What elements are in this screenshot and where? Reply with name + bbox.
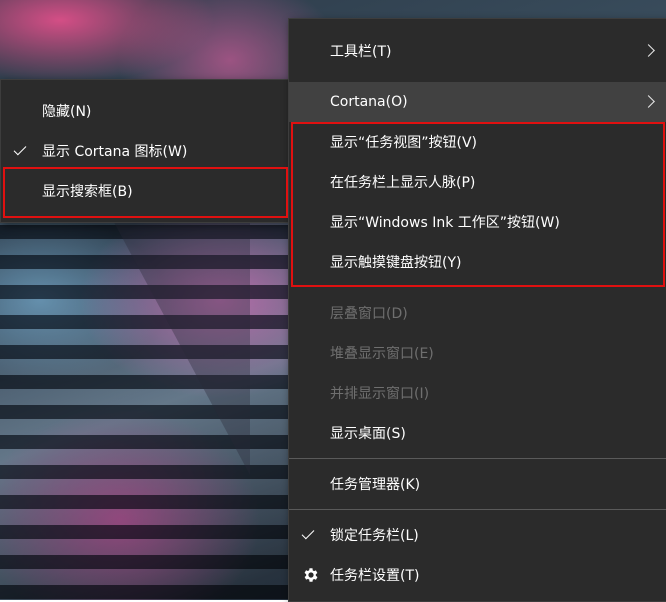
menu-item-label: 并排显示窗口(I) (330, 386, 430, 402)
menu-item-side-by-side: 并排显示窗口(I) (289, 373, 666, 413)
menu-item-label: 层叠窗口(D) (330, 306, 408, 322)
menu-item-cortana[interactable]: Cortana(O) (289, 82, 666, 122)
wallpaper-shard (110, 215, 250, 475)
menu-item-show-windows-ink[interactable]: 显示“Windows Ink 工作区”按钮(W) (289, 202, 666, 242)
gear-icon (304, 568, 318, 582)
chevron-right-icon (642, 44, 655, 57)
submenu-item-hide[interactable]: 隐藏(N) (1, 91, 289, 131)
cortana-submenu: 隐藏(N) 显示 Cortana 图标(W) 显示搜索框(B) (0, 79, 290, 223)
checkmark-icon (13, 142, 27, 156)
menu-item-show-task-view[interactable]: 显示“任务视图”按钮(V) (289, 122, 666, 162)
menu-item-task-manager[interactable]: 任务管理器(K) (289, 464, 666, 504)
menu-item-show-people[interactable]: 在任务栏上显示人脉(P) (289, 162, 666, 202)
menu-separator (289, 458, 666, 459)
menu-item-label: 显示桌面(S) (330, 426, 406, 442)
menu-item-label: 显示“Windows Ink 工作区”按钮(W) (330, 215, 560, 231)
taskbar-context-menu: 工具栏(T) Cortana(O) 显示“任务视图”按钮(V) 在任务栏上显示人… (288, 18, 666, 602)
menu-item-toolbar[interactable]: 工具栏(T) (289, 31, 666, 71)
submenu-item-show-cortana-icon[interactable]: 显示 Cortana 图标(W) (1, 131, 289, 171)
menu-item-label: Cortana(O) (330, 94, 408, 110)
menu-item-lock-taskbar[interactable]: 锁定任务栏(L) (289, 515, 666, 555)
menu-item-cascade-windows: 层叠窗口(D) (289, 293, 666, 333)
menu-item-label: 显示“任务视图”按钮(V) (330, 135, 478, 151)
menu-item-taskbar-settings[interactable]: 任务栏设置(T) (289, 555, 666, 595)
menu-item-label: 任务管理器(K) (330, 477, 421, 493)
menu-item-show-touch-keyboard[interactable]: 显示触摸键盘按钮(Y) (289, 242, 666, 282)
menu-item-label: 锁定任务栏(L) (330, 528, 419, 544)
checkmark-icon (301, 526, 315, 540)
menu-item-label: 在任务栏上显示人脉(P) (330, 175, 476, 191)
menu-item-show-desktop[interactable]: 显示桌面(S) (289, 413, 666, 453)
submenu-item-show-search-box[interactable]: 显示搜索框(B) (1, 171, 289, 211)
submenu-item-label: 显示搜索框(B) (42, 184, 133, 200)
submenu-item-label: 隐藏(N) (42, 104, 92, 120)
submenu-item-label: 显示 Cortana 图标(W) (42, 144, 188, 160)
menu-separator (289, 509, 666, 510)
menu-item-label: 工具栏(T) (330, 44, 392, 60)
chevron-right-icon (642, 95, 655, 108)
menu-item-label: 任务栏设置(T) (330, 568, 420, 584)
menu-item-stack-windows: 堆叠显示窗口(E) (289, 333, 666, 373)
menu-item-label: 显示触摸键盘按钮(Y) (330, 255, 462, 271)
menu-item-label: 堆叠显示窗口(E) (330, 346, 434, 362)
